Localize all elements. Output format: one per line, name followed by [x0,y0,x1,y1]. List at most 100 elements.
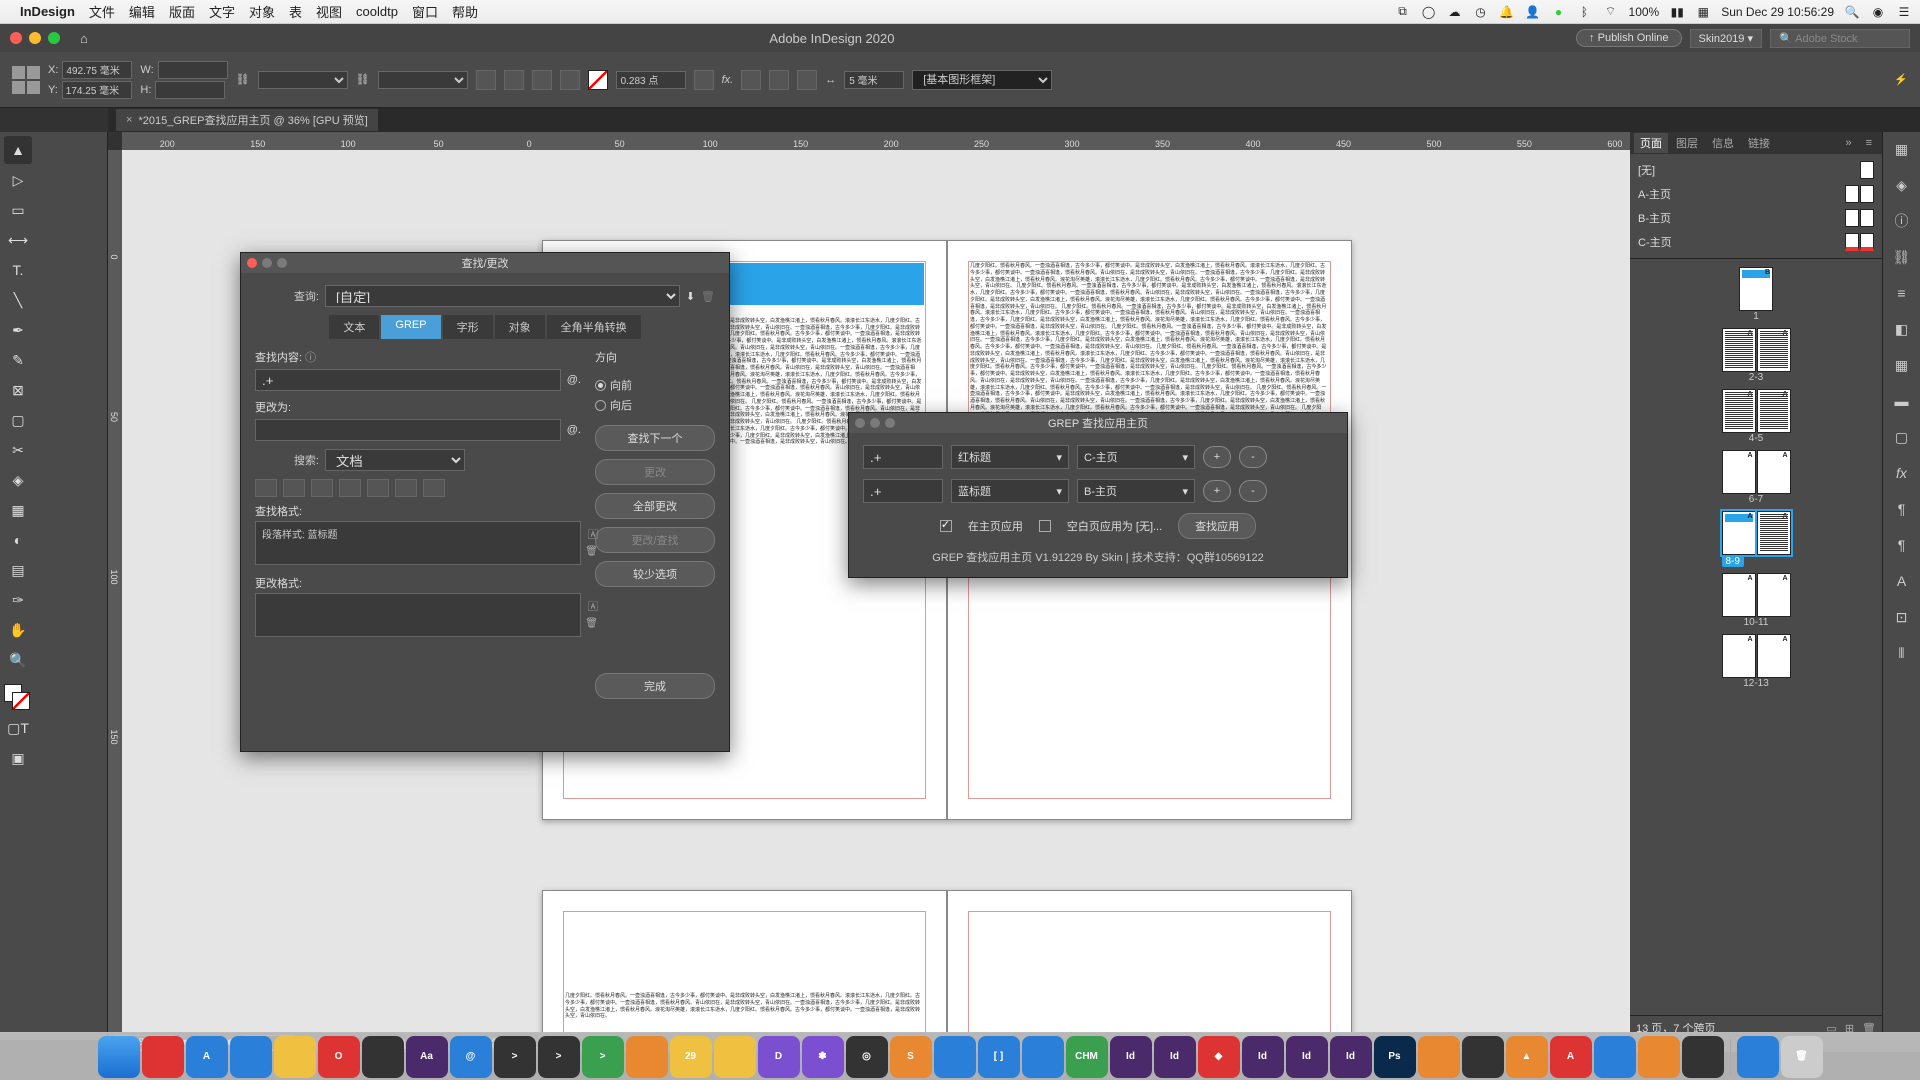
corner-options-icon[interactable] [694,70,714,90]
grep-dialog-titlebar[interactable]: GREP 查找应用主页 [849,413,1347,433]
page-thumb-8[interactable]: A [1722,511,1756,555]
scissors-tool[interactable]: ✂ [4,436,32,464]
maximize-button[interactable] [48,32,60,44]
skin-dropdown[interactable]: Skin2019 ▾ [1690,29,1762,48]
siri-icon[interactable]: ◉ [1870,4,1886,20]
dock-id2[interactable]: Id [1154,1036,1196,1078]
horizontal-ruler[interactable]: 200 150 100 50 0 50 100 150 200 250 300 … [122,132,1630,150]
dock-flower[interactable]: ✽ [802,1036,844,1078]
dock-vscode[interactable] [934,1036,976,1078]
page-10[interactable]: 几度夕阳红。惯看秋月春风。一壶浊酒喜相逢，古今多少事，都付笑谈中。是非成败转头空… [542,890,947,1040]
gradient-swatch-tool[interactable]: ▦ [4,496,32,524]
rectangle-frame-tool[interactable]: ⊠ [4,376,32,404]
grep-close-icon[interactable] [855,418,865,428]
menu-layout[interactable]: 版面 [169,2,195,21]
panel-menu-icon[interactable]: ≡ [1860,135,1878,151]
object-styles-icon[interactable]: ▢ [1891,426,1913,448]
menu-object[interactable]: 对象 [249,2,275,21]
special-char-icon-2[interactable]: @. [567,424,581,436]
change-button[interactable]: 更改 [595,459,715,485]
zoom-tool[interactable]: 🔍 [4,646,32,674]
tab-glyph[interactable]: 字形 [443,315,493,339]
dock-terminal[interactable]: > [494,1036,536,1078]
pencil-tool[interactable]: ✎ [4,346,32,374]
gradient-feather-tool[interactable]: ◐ [4,526,32,554]
panel-tab-layers[interactable]: 图层 [1670,133,1704,153]
change-format-box[interactable]: 🄰 🗑 [255,593,581,637]
change-to-input[interactable] [255,419,561,441]
constrain-icon[interactable]: ⛓ [356,73,370,86]
panel-tab-links[interactable]: 链接 [1742,133,1776,153]
swatches-icon[interactable]: ▦ [1891,354,1913,376]
adobe-stock-search[interactable]: 🔍 Adobe Stock [1770,29,1910,48]
app-name[interactable]: InDesign [20,4,75,19]
master-none[interactable]: [无] [1636,158,1876,182]
dock-chm[interactable]: CHM [1066,1036,1108,1078]
bell-icon[interactable]: 🔔 [1499,4,1515,20]
menu-view[interactable]: 视图 [316,2,342,21]
gap-tool[interactable]: ⟷ [4,226,32,254]
dock-notes[interactable] [714,1036,756,1078]
screencast-icon[interactable]: ⧉ [1395,4,1411,20]
master-pages-icon[interactable] [339,479,361,497]
align-left-icon[interactable] [741,70,761,90]
page-thumb-1[interactable]: B [1739,267,1773,311]
w-input[interactable] [158,61,228,79]
dock-circle[interactable]: ◎ [846,1036,888,1078]
user-icon[interactable]: 👤 [1525,4,1541,20]
dock-opera[interactable]: O [318,1036,360,1078]
align-right-icon[interactable] [797,70,817,90]
x-input[interactable] [62,61,132,79]
battery-icon[interactable]: ▮▮ [1669,4,1685,20]
grep-master-1[interactable]: B-主页▾ [1077,479,1195,503]
cloud-icon[interactable]: ☁ [1447,4,1463,20]
flip-v-icon[interactable] [560,70,580,90]
footnotes-icon[interactable] [367,479,389,497]
dock-firefox[interactable] [1418,1036,1460,1078]
dock-calendar[interactable]: 29 [670,1036,712,1078]
panel-collapse-icon[interactable]: » [1839,135,1857,151]
apply-blank-checkbox[interactable] [1039,520,1051,532]
bluetooth-icon[interactable]: ᛒ [1577,4,1593,20]
dock-term2[interactable]: > [538,1036,580,1078]
pen-tool[interactable]: ✒ [4,316,32,344]
minimize-button[interactable] [29,32,41,44]
specify-change-format-icon[interactable]: 🄰 [588,598,598,613]
width-icon[interactable] [395,479,417,497]
special-char-icon[interactable]: @. [567,374,581,386]
dock-sketch[interactable]: ◆ [1198,1036,1240,1078]
publish-button[interactable]: ↑ Publish Online [1576,29,1682,47]
dock-qq[interactable] [1462,1036,1504,1078]
master-b[interactable]: B-主页 [1636,206,1876,230]
close-button[interactable] [10,32,22,44]
info-icon[interactable]: ⓘ [305,352,316,364]
dialog-min-icon[interactable] [262,258,272,268]
color-icon[interactable]: ◧ [1891,318,1913,340]
page-thumb-7[interactable]: A [1757,450,1791,494]
dock-launchpad[interactable] [142,1036,184,1078]
dock-id5[interactable]: Id [1330,1036,1372,1078]
dock-id1[interactable]: Id [1110,1036,1152,1078]
lightning-icon[interactable]: ⚡ [1894,74,1908,86]
menu-table[interactable]: 表 [289,2,302,21]
done-button[interactable]: 完成 [595,673,715,699]
dock-downloads[interactable] [1737,1036,1779,1078]
notification-icon[interactable]: ☰ [1896,4,1912,20]
h-input[interactable] [155,81,225,99]
page-thumb-5[interactable]: A [1757,389,1791,433]
menu-file[interactable]: 文件 [89,2,115,21]
remove-row-0[interactable]: - [1239,446,1267,468]
text-wrap-icon[interactable]: ⊡ [1891,606,1913,628]
master-a[interactable]: A-主页 [1636,182,1876,206]
stroke-icon[interactable]: ≡ [1891,282,1913,304]
menu-type[interactable]: 文字 [209,2,235,21]
dock-chrome[interactable] [274,1036,316,1078]
dock-app3[interactable]: @ [450,1036,492,1078]
view-mode-icon[interactable]: ▣ [4,744,32,772]
free-transform-tool[interactable]: ◈ [4,466,32,494]
dock-appstore[interactable]: A [186,1036,228,1078]
tab-text[interactable]: 文本 [329,315,379,339]
menu-help[interactable]: 帮助 [452,2,478,21]
grep-style-1[interactable]: 蓝标题▾ [951,479,1069,503]
dock-term3[interactable]: > [582,1036,624,1078]
